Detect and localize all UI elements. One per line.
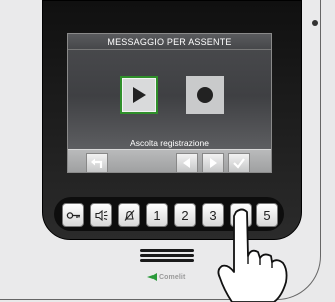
comelit-logo-icon: [147, 272, 157, 282]
arrow-right-icon: [210, 158, 217, 168]
screen-title: MESSAGGIO PER ASSENTE: [68, 34, 271, 50]
confirm-softkey[interactable]: [228, 153, 250, 172]
keypad-button-2[interactable]: 2: [174, 203, 196, 227]
key-icon: [66, 211, 80, 219]
play-button[interactable]: [120, 76, 158, 114]
status-led: [312, 20, 318, 26]
play-icon: [133, 87, 146, 103]
brand-logo: Comelit: [147, 271, 197, 283]
intercom-device: MESSAGGIO PER ASSENTE Ascolta registrazi…: [0, 0, 335, 302]
record-button[interactable]: [186, 76, 224, 114]
brand-name: Comelit: [159, 273, 186, 281]
softkey-bar: [68, 149, 271, 172]
display-screen: MESSAGGIO PER ASSENTE Ascolta registrazi…: [67, 33, 272, 173]
speaker-volume-icon: [94, 209, 107, 221]
back-softkey[interactable]: [86, 153, 108, 172]
volume-button[interactable]: [90, 203, 112, 227]
record-icon: [197, 87, 213, 103]
back-icon: [91, 158, 103, 168]
bell-off-icon: [124, 209, 134, 221]
check-icon: [233, 158, 245, 169]
door-key-button[interactable]: [62, 203, 84, 227]
pointing-hand-icon: [217, 208, 288, 302]
speaker-grille: [140, 249, 194, 265]
next-softkey[interactable]: [202, 153, 224, 172]
mute-ringer-button[interactable]: [118, 203, 140, 227]
arrow-left-icon: [183, 158, 190, 168]
screen-caption: Ascolta registrazione: [130, 138, 209, 148]
previous-softkey[interactable]: [176, 153, 198, 172]
keypad-button-1[interactable]: 1: [146, 203, 168, 227]
